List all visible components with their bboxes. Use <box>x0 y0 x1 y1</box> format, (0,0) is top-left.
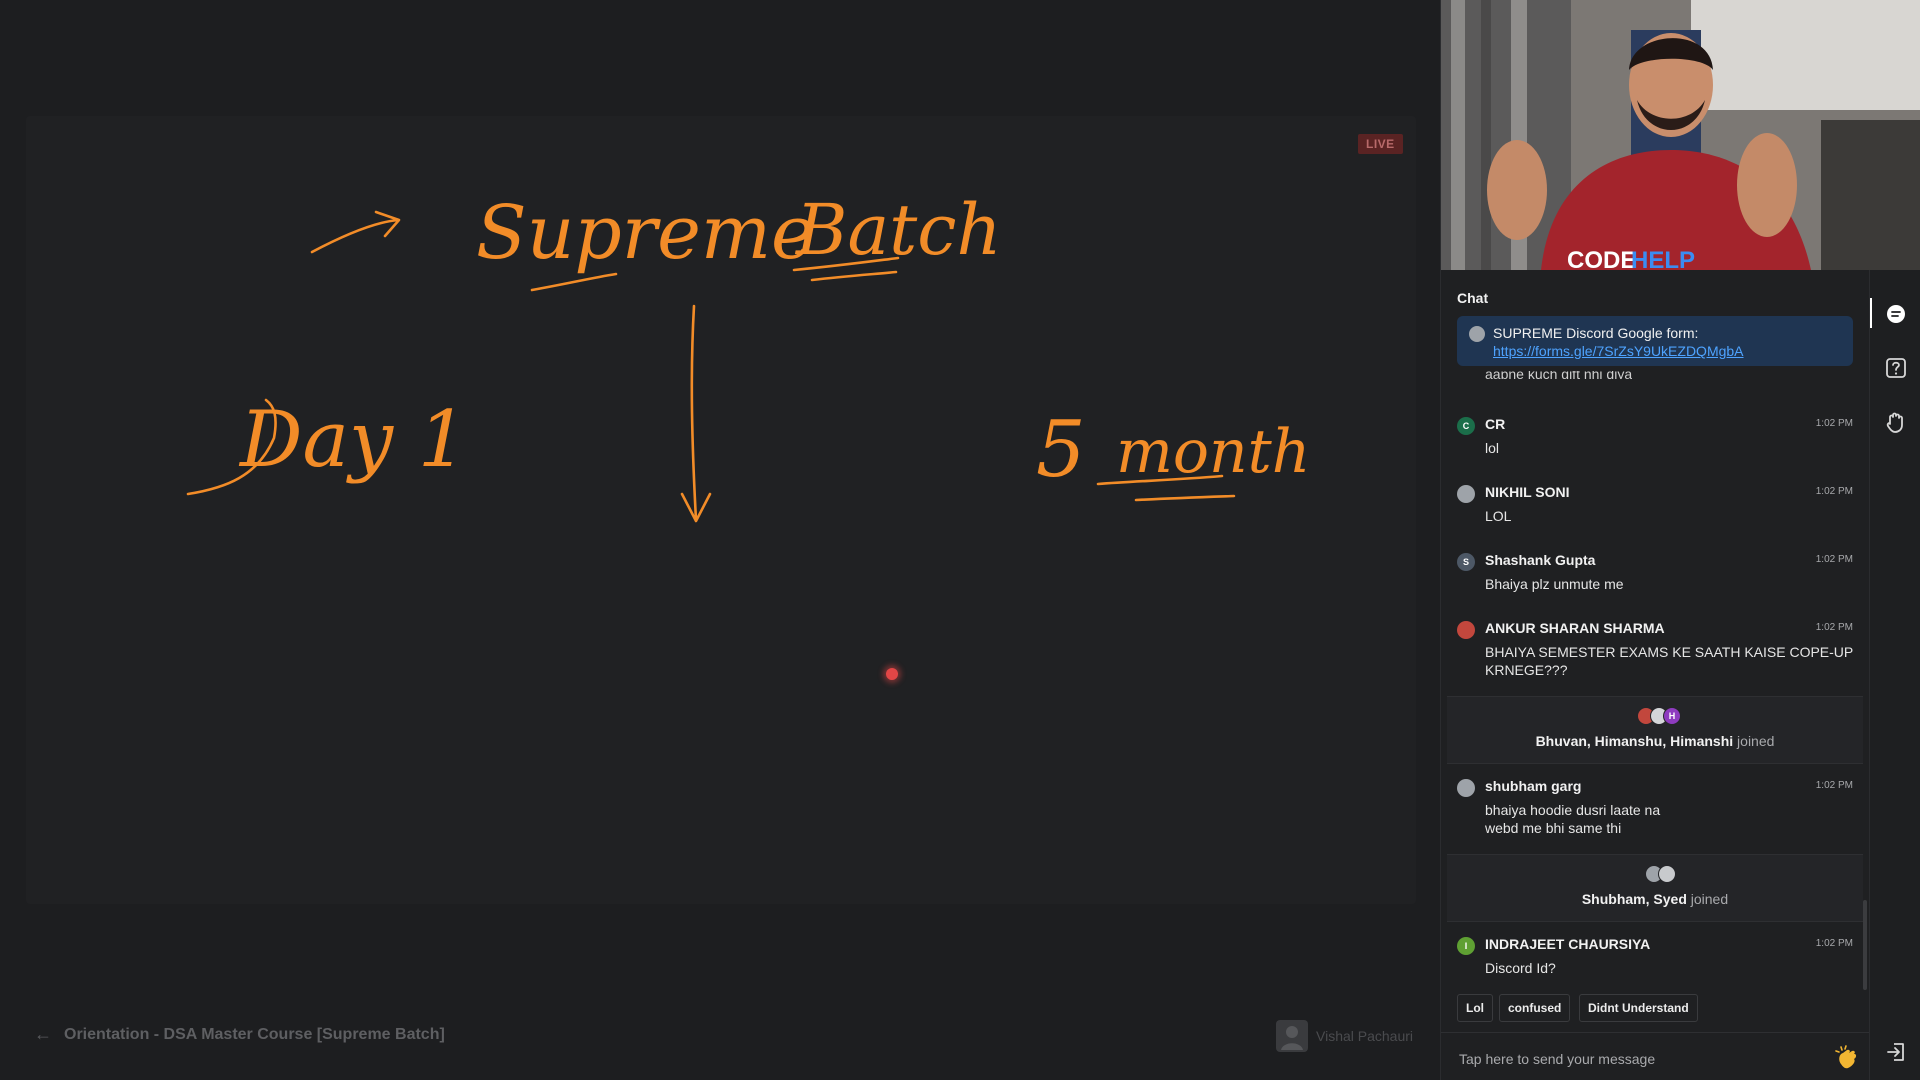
clap-icon[interactable] <box>1833 1044 1861 1072</box>
laser-pointer-dot <box>886 668 898 680</box>
quick-reply-confused[interactable]: confused <box>1499 994 1571 1022</box>
message-text: lol <box>1485 440 1500 456</box>
presenter-video: CODE HELP <box>1441 0 1920 270</box>
user-avatar-icon: C <box>1457 417 1475 435</box>
joined-names: Shubham, Syed <box>1581 891 1687 907</box>
ink-down-arrow <box>690 304 698 522</box>
user-avatar-icon <box>1457 621 1475 639</box>
message-text: Bhaiya plz unmute me <box>1485 576 1624 592</box>
session-title: Orientation - DSA Master Course [Supreme… <box>64 1026 445 1043</box>
chat-message: NIKHIL SONI 1:02 PM LOL <box>1457 482 1853 532</box>
join-notice: H Bhuvan, Himanshu, Himanshi joined <box>1447 696 1863 764</box>
sender-name: Shashank Gupta <box>1485 552 1596 568</box>
active-indicator <box>1870 298 1872 328</box>
pinned-message-link[interactable]: https://forms.gle/7SrZsY9UkEZDQMgbA <box>1493 343 1744 359</box>
message-time: 1:02 PM <box>1815 418 1853 429</box>
pinned-message-text: SUPREME Discord Google form: <box>1493 325 1699 341</box>
truncated-message-text: aapne kuch gift nhi diya <box>1485 371 1633 379</box>
ink-underline-month-2 <box>1134 494 1236 502</box>
joined-avatars <box>1645 865 1677 883</box>
ink-text-month: month <box>1116 417 1310 487</box>
user-avatar-icon <box>1276 1020 1308 1052</box>
main-stage: Supreme Batch Day 1 5 month LIVE ← Orien… <box>0 0 1440 1080</box>
message-text-line: webd me bhi same thi <box>1485 820 1622 836</box>
whiteboard-drawing: Supreme Batch Day 1 5 month <box>186 189 1310 523</box>
message-text: LOL <box>1485 508 1512 524</box>
ink-text-day1: Day 1 <box>238 395 468 485</box>
join-notice-text: Shubham, Syed joined <box>1447 891 1863 907</box>
user-avatar-icon <box>1469 326 1485 342</box>
quick-reply-didnt-understand[interactable]: Didnt Understand <box>1579 994 1698 1022</box>
message-text-line: bhaiya hoodie dusri laate na <box>1485 802 1661 818</box>
join-notice-text: Bhuvan, Himanshu, Himanshi joined <box>1447 733 1863 749</box>
message-time: 1:02 PM <box>1815 622 1853 633</box>
whiteboard: Supreme Batch Day 1 5 month <box>26 116 1416 904</box>
ink-underline-batch-2 <box>810 270 898 282</box>
join-notice: Shubham, Syed joined <box>1447 854 1863 922</box>
user-avatar-icon: H <box>1663 707 1681 725</box>
message-time: 1:02 PM <box>1815 554 1853 565</box>
sender-name: CR <box>1485 416 1506 432</box>
ink-text-supreme: Supreme <box>476 190 815 276</box>
host-name: Vishal Pachauri <box>1316 1028 1414 1044</box>
sender-name: ANKUR SHARAN SHARMA <box>1485 620 1665 636</box>
chat-message: ANKUR SHARAN SHARMA 1:02 PM BHAIYA SEMES… <box>1457 618 1853 686</box>
joined-suffix: joined <box>1690 891 1729 907</box>
message-text: bhaiya hoodie dusri laate na webd me bhi… <box>1485 801 1855 837</box>
chat-header: Chat <box>1457 290 1489 306</box>
user-avatar-icon: I <box>1457 937 1475 955</box>
raise-hand-icon[interactable] <box>1880 406 1912 438</box>
sender-name: NIKHIL SONI <box>1485 484 1570 500</box>
chat-icon[interactable] <box>1880 298 1912 330</box>
divider <box>1441 1032 1869 1033</box>
chat-message: I INDRAJEET CHAURSIYA 1:02 PM Discord Id… <box>1457 934 1853 984</box>
quick-reply-lol[interactable]: Lol <box>1457 994 1493 1022</box>
chat-message: shubham garg 1:02 PM bhaiya hoodie dusri… <box>1457 776 1853 842</box>
presenter-video-frame: CODE HELP <box>1441 0 1920 270</box>
chat-message: C CR 1:02 PM lol <box>1457 414 1853 464</box>
svg-text:HELP: HELP <box>1631 247 1695 270</box>
ink-text-batch: Batch <box>794 189 1002 271</box>
live-badge: LIVE <box>1358 134 1403 154</box>
message-input[interactable] <box>1457 1046 1821 1072</box>
right-panel: CODE HELP Chat SUPREME Discord Google fo… <box>1440 0 1920 1080</box>
exit-icon[interactable] <box>1880 1036 1912 1068</box>
message-text: Discord Id? <box>1485 960 1556 976</box>
user-avatar-icon <box>1457 779 1475 797</box>
joined-names: Bhuvan, Himanshu, Himanshi <box>1535 733 1734 749</box>
user-avatar-icon <box>1457 485 1475 503</box>
side-rail <box>1869 270 1920 1080</box>
message-time: 1:02 PM <box>1815 780 1853 791</box>
arrow-left-icon[interactable]: ← <box>34 1024 52 1045</box>
svg-text:CODE: CODE <box>1567 247 1636 270</box>
pinned-message: SUPREME Discord Google form: https://for… <box>1457 316 1853 366</box>
message-text: BHAIYA SEMESTER EXAMS KE SAATH KAISE COP… <box>1485 644 1853 678</box>
user-avatar-icon: S <box>1457 553 1475 571</box>
user-avatar-icon <box>1658 865 1676 883</box>
ink-underline-supreme <box>530 272 618 292</box>
message-time: 1:02 PM <box>1815 938 1853 949</box>
joined-suffix: joined <box>1737 733 1775 749</box>
message-time: 1:02 PM <box>1815 486 1853 497</box>
chat-message: S Shashank Gupta 1:02 PM Bhaiya plz unmu… <box>1457 550 1853 600</box>
sender-name: INDRAJEET CHAURSIYA <box>1485 936 1651 952</box>
sender-name: shubham garg <box>1485 778 1582 794</box>
chat-scrollbar[interactable] <box>1863 900 1867 990</box>
joined-avatars: H <box>1637 707 1681 725</box>
question-icon[interactable] <box>1880 352 1912 384</box>
ink-text-five: 5 <box>1036 405 1086 495</box>
chat-panel: Chat SUPREME Discord Google form: https:… <box>1441 270 1869 1080</box>
